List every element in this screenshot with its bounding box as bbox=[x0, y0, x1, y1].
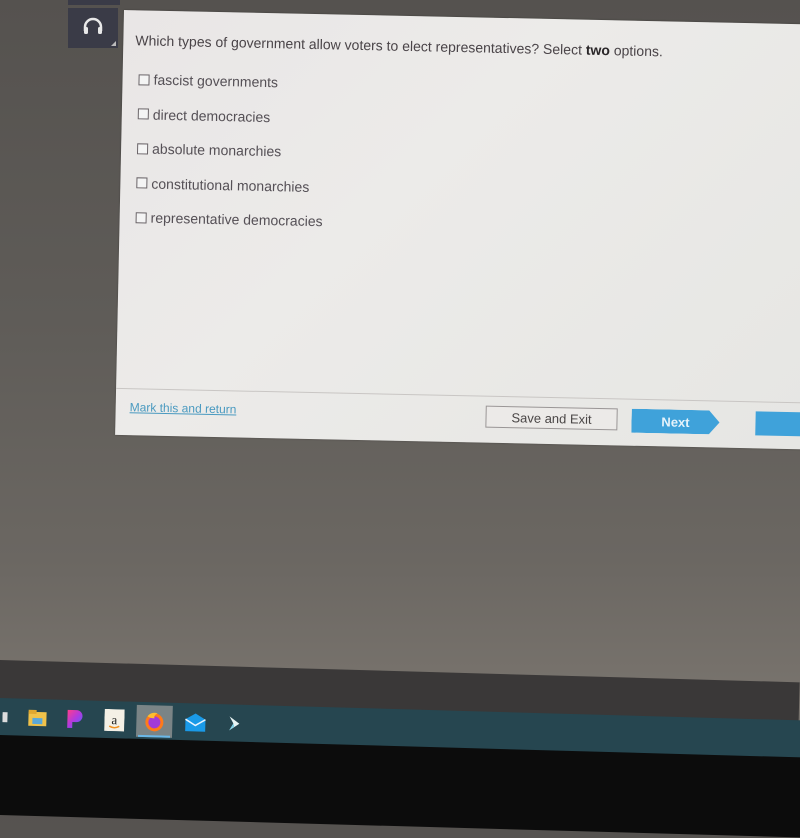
mail-icon[interactable] bbox=[182, 709, 209, 736]
option-fascist-governments[interactable]: fascist governments bbox=[138, 62, 326, 100]
checkbox[interactable] bbox=[137, 108, 149, 120]
previous-tool-tab[interactable] bbox=[68, 0, 120, 5]
audio-button[interactable] bbox=[68, 8, 118, 48]
checkbox[interactable] bbox=[138, 74, 150, 86]
question-prefix: Which types of government allow voters t… bbox=[135, 32, 587, 58]
question-suffix: options. bbox=[609, 42, 664, 60]
question-emphasis: two bbox=[585, 41, 611, 59]
option-label: direct democracies bbox=[152, 106, 271, 125]
next-button[interactable]: Next bbox=[631, 409, 719, 435]
mark-and-return-link[interactable]: Mark this and return bbox=[130, 400, 237, 416]
file-explorer-icon[interactable] bbox=[24, 705, 51, 732]
question-panel: Which types of government allow voters t… bbox=[115, 10, 800, 450]
checkbox[interactable] bbox=[136, 177, 148, 189]
amazon-icon[interactable]: a bbox=[101, 707, 128, 734]
question-text: Which types of government allow voters t… bbox=[135, 32, 663, 59]
taskbar-partial-icon[interactable] bbox=[0, 704, 20, 731]
footer-divider bbox=[116, 387, 800, 404]
option-constitutional-monarchies[interactable]: constitutional monarchies bbox=[136, 166, 324, 204]
app-arrow-icon[interactable] bbox=[221, 710, 248, 737]
headphones-icon bbox=[82, 16, 104, 41]
option-label: absolute monarchies bbox=[151, 140, 282, 160]
option-label: fascist governments bbox=[153, 71, 279, 91]
picsart-icon[interactable] bbox=[61, 706, 88, 733]
submit-button[interactable] bbox=[755, 411, 800, 437]
corner-indicator bbox=[111, 41, 116, 46]
option-representative-democracies[interactable]: representative democracies bbox=[135, 200, 323, 238]
firefox-icon[interactable] bbox=[135, 704, 173, 738]
svg-text:a: a bbox=[111, 712, 117, 727]
option-label: constitutional monarchies bbox=[151, 175, 310, 195]
checkbox[interactable] bbox=[136, 143, 149, 155]
option-absolute-monarchies[interactable]: absolute monarchies bbox=[136, 131, 325, 169]
option-label: representative democracies bbox=[150, 209, 323, 230]
answer-options: fascist governments direct democracies a… bbox=[135, 62, 326, 238]
save-and-exit-button[interactable]: Save and Exit bbox=[485, 405, 618, 431]
option-direct-democracies[interactable]: direct democracies bbox=[137, 97, 325, 135]
checkbox[interactable] bbox=[135, 212, 147, 224]
